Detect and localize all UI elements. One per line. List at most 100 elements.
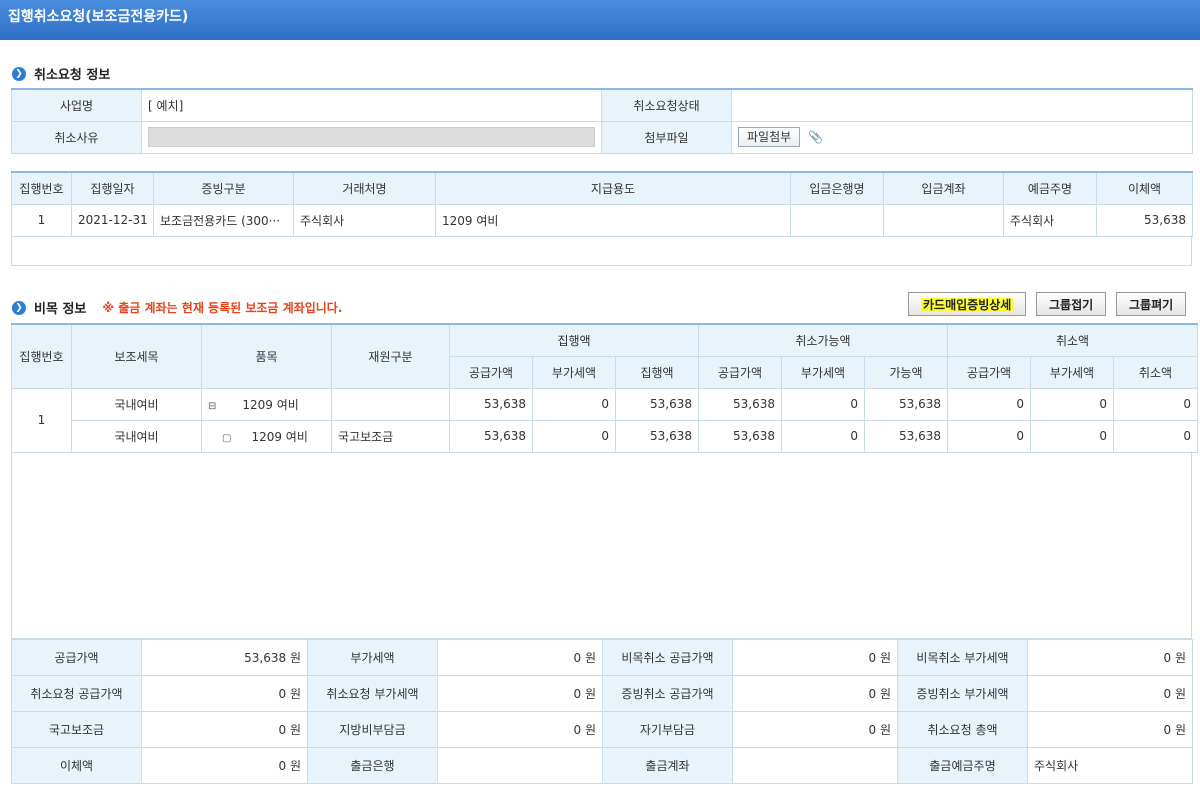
cell: 53,638: [1096, 203, 1193, 237]
summary-label: 취소요청 총액: [897, 711, 1028, 748]
cell: 국내여비: [71, 419, 202, 453]
col-exec-date: 집행일자: [71, 171, 154, 205]
summary-value: 0 원: [732, 675, 898, 712]
cell: 53,638: [698, 419, 782, 453]
summary-label: 비목취소 공급가액: [602, 639, 733, 676]
card-evidence-detail-button[interactable]: 카드매입증빙상세: [908, 292, 1027, 316]
table-row[interactable]: 1 국내여비 ⊟ 1209 여비 53,638 0 53,638 53,638 0…: [11, 387, 1198, 453]
cell: 53,638: [864, 419, 948, 453]
col-account: 입금계좌: [883, 171, 1004, 205]
execution-table-empty-area: [11, 235, 1192, 266]
col-supply: 공급가액: [947, 355, 1031, 389]
col-available: 가능액: [864, 355, 948, 389]
cell: 0: [1113, 419, 1198, 453]
checkbox-icon[interactable]: ▢: [222, 433, 231, 444]
summary-row: 국고보조금 0 원 지방비부담금 0 원 자기부담금 0 원 취소요청 총액 0 원: [11, 711, 1193, 748]
paperclip-icon: 📎: [808, 130, 823, 144]
cell: 국고보조금: [331, 419, 450, 453]
summary-value: 주식회사: [1027, 747, 1193, 784]
item-cell: ⊟ 1209 여비: [201, 387, 332, 421]
col-vat: 부가세액: [781, 355, 865, 389]
cell: 0: [947, 387, 1031, 421]
cell: 0: [1030, 419, 1114, 453]
summary-table: 공급가액 53,638 원 부가세액 0 원 비목취소 공급가액 0 원 비목취소 부가세액…: [11, 639, 1193, 784]
summary-value: 0 원: [732, 639, 898, 676]
summary-label: 자기부담금: [602, 711, 733, 748]
cell: 53,638: [615, 419, 699, 453]
business-value: [ 예치]: [141, 88, 602, 122]
col-vendor: 거래처명: [293, 171, 436, 205]
expand-group-button[interactable]: 그룹펴기: [1116, 292, 1187, 316]
window-title: 집행취소요청(보조금전용카드): [8, 9, 189, 25]
col-sub-item: 보조세목: [71, 323, 202, 389]
summary-value: 0 원: [1027, 639, 1193, 676]
col-evidence-type: 증빙구분: [153, 171, 294, 205]
item-name: 1209 여비: [251, 429, 308, 444]
summary-label: 공급가액: [11, 639, 142, 676]
cell: 국내여비: [71, 387, 202, 421]
reason-input[interactable]: [148, 127, 595, 147]
cell: 53,638: [449, 419, 533, 453]
status-value: [731, 88, 1193, 122]
cell: 0: [532, 419, 616, 453]
chevron-right-icon: ❯: [12, 300, 26, 315]
cell: 0: [1030, 387, 1114, 421]
group-exec-amount: 집행액: [449, 323, 699, 357]
col-exec-no: 집행번호: [11, 171, 72, 205]
reason-label: 취소사유: [11, 120, 142, 154]
cell: 주식회사: [293, 203, 436, 237]
col-source: 재원구분: [331, 323, 450, 389]
cell: 0: [781, 387, 865, 421]
cell: 53,638: [449, 387, 533, 421]
collapse-group-button[interactable]: 그룹접기: [1036, 292, 1107, 316]
summary-label: 출금은행: [307, 747, 438, 784]
col-item: 품목: [201, 323, 332, 389]
col-exec-no: 집행번호: [11, 323, 72, 389]
section-budget-heading: ❯ 비목 정보 ※ 출금 계좌는 현재 등록된 보조금 계좌입니다.: [12, 298, 342, 317]
summary-value: [732, 747, 898, 784]
cell: 보조금전용카드 (300···: [153, 203, 294, 237]
table-row[interactable]: 1 2021-12-31 보조금전용카드 (300··· 주식회사 1209 여…: [11, 203, 1193, 237]
summary-label: 비목취소 부가세액: [897, 639, 1028, 676]
summary-value: 0 원: [141, 675, 308, 712]
attach-file-button[interactable]: 파일첨부: [738, 127, 801, 147]
budget-table: 집행번호 보조세목 품목 재원구분 집행액 취소가능액 취소액 공급가액 부가세…: [11, 323, 1198, 453]
summary-label: 증빙취소 부가세액: [897, 675, 1028, 712]
col-cancel: 취소액: [1113, 355, 1198, 389]
group-cancelable-amount: 취소가능액: [698, 323, 948, 357]
col-purpose: 지급용도: [435, 171, 791, 205]
section-title: 취소요청 정보: [34, 68, 111, 83]
cell: 1: [11, 203, 72, 237]
cell: [790, 203, 884, 237]
cell: 2021-12-31: [71, 203, 154, 237]
table-row[interactable]: 국내여비 ▢ 1209 여비 국고보조금 53,638 0 53,638 53,6…: [12, 419, 1198, 453]
summary-label: 증빙취소 공급가액: [602, 675, 733, 712]
cell: 1209 여비: [435, 203, 791, 237]
collapse-toggle-icon[interactable]: ⊟: [208, 401, 216, 412]
col-supply: 공급가액: [698, 355, 782, 389]
summary-value: 0 원: [1027, 711, 1193, 748]
section-cancel-info-heading: ❯ 취소요청 정보: [12, 64, 110, 83]
summary-value: 0 원: [732, 711, 898, 748]
col-exec: 집행액: [615, 355, 699, 389]
summary-value: 0 원: [1027, 675, 1193, 712]
summary-label: 이체액: [11, 747, 142, 784]
summary-row: 취소요청 공급가액 0 원 취소요청 부가세액 0 원 증빙취소 공급가액 0 원 증빙취소…: [11, 675, 1193, 712]
summary-label: 국고보조금: [11, 711, 142, 748]
summary-label: 취소요청 부가세액: [307, 675, 438, 712]
group-no: 1: [11, 387, 72, 453]
summary-value: [437, 747, 603, 784]
cell: 53,638: [615, 387, 699, 421]
summary-label: 지방비부담금: [307, 711, 438, 748]
cell: 0: [1113, 387, 1198, 421]
col-vat: 부가세액: [532, 355, 616, 389]
col-vat: 부가세액: [1030, 355, 1114, 389]
cell: 53,638: [864, 387, 948, 421]
cell: 0: [781, 419, 865, 453]
summary-label: 출금예금주명: [897, 747, 1028, 784]
col-holder: 예금주명: [1003, 171, 1097, 205]
cell: [331, 387, 450, 421]
summary-row: 공급가액 53,638 원 부가세액 0 원 비목취소 공급가액 0 원 비목취소 부가세액…: [11, 639, 1193, 676]
cell: 53,638: [698, 387, 782, 421]
group-cancel-amount: 취소액: [947, 323, 1198, 357]
